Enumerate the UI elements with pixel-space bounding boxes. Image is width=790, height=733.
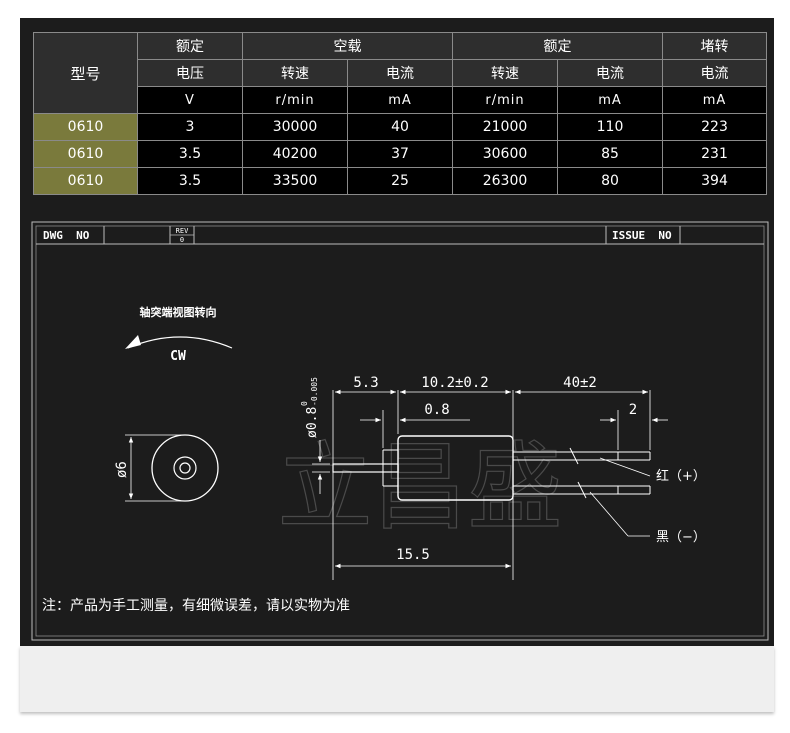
drawing-frame	[31, 221, 769, 641]
wire-black-label: 黑（−）	[656, 530, 706, 545]
rev-value: 0	[180, 236, 184, 244]
dwg-label: DWG NO	[43, 229, 90, 242]
shaft-tol-upper: 0	[300, 401, 309, 406]
issue-label: ISSUE NO	[612, 229, 672, 242]
rotation-arrow-icon	[125, 335, 141, 349]
dim-shaft-length: 5.3	[353, 375, 378, 391]
drawing-inner-frame	[35, 225, 765, 637]
diameter-label: ø6	[114, 461, 130, 478]
rotation-title: 轴突端视图转向	[140, 305, 217, 319]
end-view: ø6	[114, 434, 219, 502]
dim-strip: 2	[629, 402, 637, 418]
dim-shoulder: 0.8	[424, 402, 449, 418]
rotation-arc	[127, 336, 233, 349]
rev-label: REV	[176, 227, 189, 235]
shaft-tol-lower: -0.005	[310, 377, 319, 406]
shaft-diameter-label: ø0.8	[305, 407, 320, 438]
rotation-direction: CW	[170, 349, 186, 364]
wire-red-label: 红（+）	[656, 468, 706, 484]
dim-lead-length: 40±2	[563, 375, 597, 391]
measurement-note: 注：产品为手工测量，有细微误差，请以实物为准	[42, 598, 350, 614]
dim-body-length: 10.2±0.2	[421, 375, 488, 391]
dim-total-length: 15.5	[396, 547, 430, 563]
motor-drawing: DWG NO REV 0 ISSUE NO 立昌盛 轴突端视图转向 CW ø6	[31, 221, 769, 641]
